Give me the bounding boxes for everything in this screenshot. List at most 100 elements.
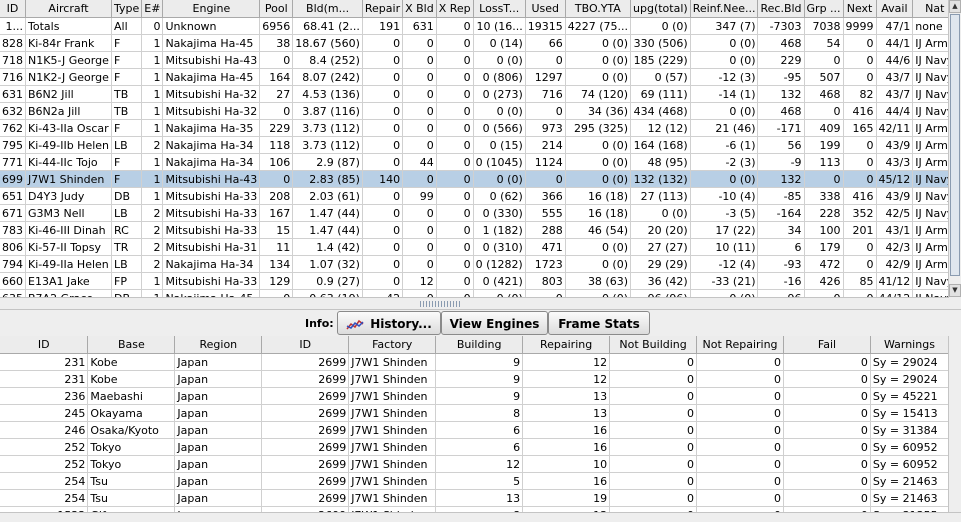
table-row[interactable]: 806 Ki-57-II Topsy TR 2 Mitsubishi Ha-31 11 1.… [0,238,949,256]
table-cell: 11 [259,238,294,256]
column-header[interactable]: Factory [348,336,437,354]
factory-table-vertical-scrollbar[interactable] [948,336,961,512]
table-row[interactable]: 231 Kobe Japan 2699 J7W1 Shinden 9 12 0 0 0 Sy = 2… [0,370,949,388]
table-row[interactable]: 632 B6N2a Jill TB 1 Mitsubishi Ha-32 0 3.87 (1… [0,102,949,120]
table-row[interactable]: 771 Ki-44-IIc Tojo F 1 Nakajima Ha-34 106 2.9 … [0,153,949,171]
column-header[interactable]: upg(total) [630,0,691,18]
table-cell: Mitsubishi Ha-32 [162,85,261,103]
aircraft-table[interactable]: ID Aircraft Type E# Engine Pool Bld(m... Repair… [0,0,949,297]
table-cell: 2699 [261,387,350,405]
scroll-thumb[interactable] [950,14,960,276]
table-row[interactable]: 699 J7W1 Shinden F 1 Mitsubishi Ha-43 0 2.83 (… [0,170,949,188]
column-header[interactable]: Used [525,0,566,18]
table-row[interactable]: 254 Tsu Japan 2699 J7W1 Shinden 5 16 0 0 0 Sy = 21… [0,472,949,490]
table-cell: 16 [522,472,611,490]
table-cell: 0 [402,34,437,52]
table-cell: 0 (0) [565,68,632,86]
factory-table[interactable]: ID Base Region ID Factory Building Repairing No… [0,336,949,512]
aircraft-table-vertical-scrollbar[interactable]: ▲ ▼ [948,0,961,297]
column-header[interactable]: Next [843,0,877,18]
history-button[interactable]: History... [337,311,441,335]
factory-table-pane[interactable]: ID Base Region ID Factory Building Repairing No… [0,336,949,512]
column-header[interactable]: Base [87,336,176,354]
table-cell: Ki-49-IIa Helen [25,255,113,273]
table-cell: 0 [402,51,437,69]
table-cell: 806 [0,238,26,256]
table-cell: IJ Navy [912,68,949,86]
column-header[interactable]: Rec.Bld [757,0,805,18]
column-header[interactable]: ID [0,0,26,18]
table-row[interactable]: 236 Maebashi Japan 2699 J7W1 Shinden 9 13 0 0 0 Sy… [0,387,949,405]
frame-stats-button[interactable]: Frame Stats [548,311,650,335]
table-row[interactable]: 716 N1K2-J George F 1 Nakajima Ha-45 164 8.07 … [0,68,949,86]
column-header[interactable]: Reinf.Nee... [690,0,759,18]
table-cell: 0 [362,85,404,103]
scroll-down-arrow-icon[interactable]: ▼ [949,284,961,297]
table-cell: 29 (29) [630,255,691,273]
table-cell: F [111,34,143,52]
table-cell: 0 (1282) [473,255,526,273]
table-row[interactable]: 795 Ki-49-IIb Helen LB 2 Nakajima Ha-34 118 3.… [0,136,949,154]
column-header[interactable]: Avail [876,0,914,18]
table-cell: IJ Army [912,221,949,239]
table-row[interactable]: 631 B6N2 Jill TB 1 Mitsubishi Ha-32 27 4.53 (1… [0,85,949,103]
table-row[interactable]: 762 Ki-43-IIa Oscar F 1 Nakajima Ha-35 229 3.7… [0,119,949,137]
table-row[interactable]: 635B7A2 GraceDB1Nakajima Ha-4500.63 (19)… [0,289,949,297]
column-header[interactable]: ID [0,336,89,354]
table-cell: 44/12 [876,289,914,297]
table-row[interactable]: 718 N1K5-J George F 1 Mitsubishi Ha-43 0 8.4 (… [0,51,949,69]
table-cell: 66 [525,34,566,52]
aircraft-table-pane[interactable]: ID Aircraft Type E# Engine Pool Bld(m... Repair… [0,0,949,297]
scroll-up-arrow-icon[interactable]: ▲ [949,0,961,13]
table-cell: 42/9 [876,255,914,273]
column-header[interactable]: Warnings [870,336,949,354]
table-row[interactable]: 231 Kobe Japan 2699 J7W1 Shinden 9 12 0 0 0 Sy = 2… [0,353,949,371]
split-divider-grip[interactable] [420,301,460,307]
table-cell: LB [111,255,143,273]
table-cell: Mitsubishi Ha-33 [162,221,261,239]
column-header[interactable]: Bld(m... [292,0,363,18]
column-header[interactable]: Grp ... [804,0,844,18]
table-row[interactable]: 783 Ki-46-III Dinah RC 2 Mitsubishi Ha-33 15 1… [0,221,949,239]
table-row[interactable]: 651 D4Y3 Judy DB 1 Mitsubishi Ha-33 208 2.03 (… [0,187,949,205]
column-header[interactable]: E# [141,0,164,18]
column-header[interactable]: Aircraft [25,0,113,18]
table-row[interactable]: 671 G3M3 Nell LB 2 Mitsubishi Ha-33 167 1.47 (… [0,204,949,222]
column-header[interactable]: X Rep [436,0,474,18]
table-cell: 0 [259,289,294,297]
column-header[interactable]: Building [435,336,524,354]
table-cell: 0 (0) [565,136,632,154]
table-row[interactable]: 246 Osaka/Kyoto Japan 2699 J7W1 Shinden 6 16 0 0… [0,421,949,439]
column-header[interactable]: LossT... [473,0,526,18]
table-cell: 699 [0,170,26,188]
table-row[interactable]: 245 Okayama Japan 2699 J7W1 Shinden 8 13 0 0 0 Sy … [0,404,949,422]
table-cell: IJ Navy [912,102,949,120]
table-cell: J7W1 Shinden [348,404,437,422]
column-header[interactable]: Nat [912,0,949,18]
column-header[interactable]: TBO.YTA [565,0,632,18]
column-header[interactable]: ID [261,336,350,354]
table-cell: 416 [843,102,877,120]
table-row[interactable]: 252 Tokyo Japan 2699 J7W1 Shinden 12 10 0 0 0 Sy =… [0,455,949,473]
column-header[interactable]: Region [174,336,263,354]
table-cell: 366 [525,187,566,205]
column-header[interactable]: Not Repairing [696,336,785,354]
table-row[interactable]: 660 E13A1 Jake FP 1 Mitsubishi Ha-33 129 0.9 (… [0,272,949,290]
column-header[interactable]: Repairing [522,336,611,354]
column-header[interactable]: Pool [259,0,294,18]
table-cell: 1 [141,272,164,290]
table-row[interactable]: 794 Ki-49-IIa Helen LB 2 Nakajima Ha-34 134 1.… [0,255,949,273]
table-row[interactable]: 252 Tokyo Japan 2699 J7W1 Shinden 6 16 0 0 0 Sy = … [0,438,949,456]
column-header[interactable]: Fail [783,336,871,354]
table-cell: IJ Navy [912,170,949,188]
column-header[interactable]: Repair [362,0,404,18]
view-engines-button[interactable]: View Engines [441,311,548,335]
table-row[interactable]: 828 Ki-84r Frank F 1 Nakajima Ha-45 38 18.67 (… [0,34,949,52]
table-cell: Kobe [87,370,176,388]
table-row[interactable]: 1... Totals All 0 Unknown 6956 68.41 (2... 191 6… [0,17,949,35]
column-header[interactable]: Not Building [609,336,698,354]
table-row[interactable]: 254 Tsu Japan 2699 J7W1 Shinden 13 19 0 0 0 Sy = 2… [0,489,949,507]
column-header[interactable]: Engine [162,0,261,18]
column-header[interactable]: X Bld [402,0,437,18]
column-header[interactable]: Type [111,0,143,18]
